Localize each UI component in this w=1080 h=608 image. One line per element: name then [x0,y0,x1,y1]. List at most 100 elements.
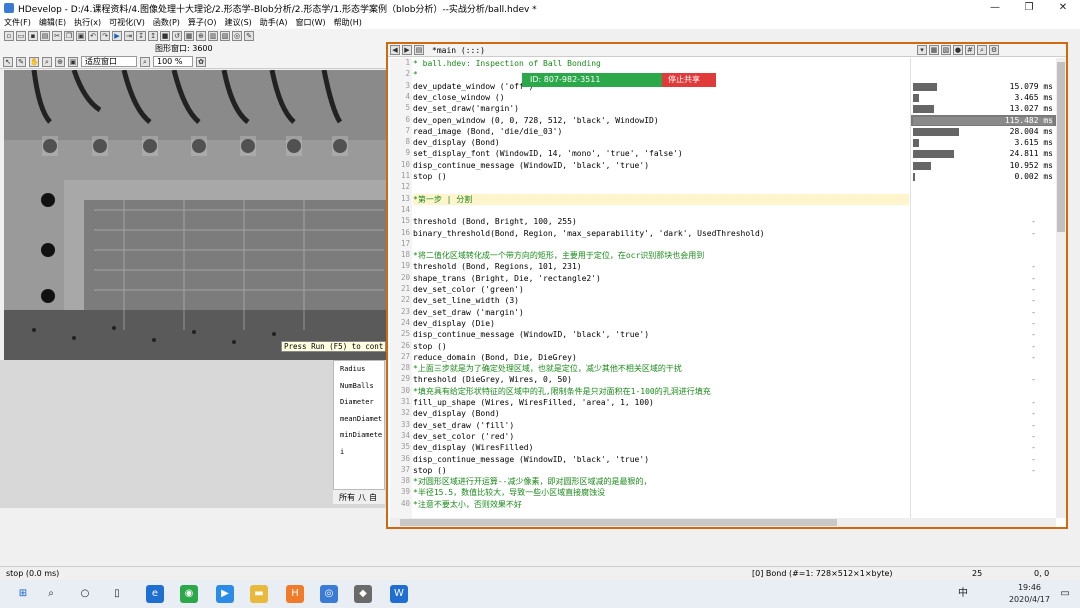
zoom-select[interactable]: 100 % [153,56,193,67]
tab-auto[interactable]: 自 [369,492,377,503]
stop-icon[interactable]: ■ [160,30,170,41]
variable-item[interactable]: NumBalls [334,378,384,395]
run-icon[interactable]: ▶ [112,30,122,41]
word-icon[interactable]: W [390,585,408,603]
zoom-window-icon[interactable]: ⊕ [196,30,206,41]
save-icon[interactable]: ▪ [28,30,38,41]
maximize-button[interactable]: ❐ [1012,0,1046,16]
breakpoint-icon[interactable]: ● [952,45,963,55]
edit-tool-icon[interactable]: ✎ [16,56,26,67]
redo-icon[interactable]: ↷ [100,30,110,41]
pan-tool-icon[interactable]: ✋ [29,56,39,67]
back-icon[interactable]: ◀ [390,45,400,55]
reset-icon[interactable]: ↺ [172,30,182,41]
grey-histogram-icon[interactable]: ▥ [208,30,218,41]
menu-suggestions[interactable]: 建议(S) [220,17,255,28]
assistant-icon[interactable]: ✎ [244,30,254,41]
copy-icon[interactable]: ❐ [64,30,74,41]
magnify-tool-icon[interactable]: ⌕ [42,56,52,67]
cut-icon[interactable]: ✂ [52,30,62,41]
notification-icon[interactable]: ▭ [1056,585,1074,603]
minimize-button[interactable]: — [978,0,1012,16]
code-line[interactable]: dev_set_color ('red') [413,431,514,442]
print-icon[interactable]: ▤ [40,30,50,41]
menu-window[interactable]: 窗口(W) [292,17,330,28]
code-line[interactable]: *第一步 | 分割 [413,193,909,205]
app-icon[interactable]: ◆ [354,585,372,603]
code-line[interactable]: *注意不要太小，否则效果不好 [413,499,522,510]
code-line[interactable]: dev_set_draw ('margin') [413,307,524,318]
code-line[interactable]: stop () [413,465,447,476]
variable-item[interactable]: i [334,444,384,461]
menu-file[interactable]: 文件(F) [0,17,35,28]
menu-help[interactable]: 帮助(H) [330,17,366,28]
variable-item[interactable]: Diameter [334,394,384,411]
menu-visualize[interactable]: 可视化(V) [105,17,149,28]
code-line[interactable]: disp_continue_message (WindowID, 'black'… [413,329,649,340]
code-line[interactable]: dev_update_window ('off') [413,81,533,92]
code-line[interactable]: dev_set_line_width (3) [413,295,519,306]
vertical-scroll-thumb[interactable] [1057,62,1065,232]
feature-histogram-icon[interactable]: ▧ [220,30,230,41]
forward-icon[interactable]: ▶ [402,45,412,55]
code-line[interactable]: threshold (Bond, Regions, 101, 231) [413,261,582,272]
file-explorer-icon[interactable]: ▬ [250,585,268,603]
format-icon[interactable]: ▧ [940,45,951,55]
code-line[interactable]: dev_set_draw ('fill') [413,420,514,431]
menu-operators[interactable]: 算子(O) [184,17,221,28]
paste-icon[interactable]: ▣ [76,30,86,41]
procedure-icon[interactable]: ▤ [414,45,424,55]
menu-procedures[interactable]: 函数(P) [149,17,184,28]
graphics-image[interactable] [4,70,386,360]
fit-window-icon[interactable]: ▣ [68,56,78,67]
code-line[interactable]: dev_display (Bond) [413,408,500,419]
code-line[interactable]: *将二值化区域转化成一个带方向的矩形，主要用于定位，在ocr识别那块也会用到 [413,250,704,261]
step-over-icon[interactable]: ⇥ [124,30,134,41]
code-line[interactable]: stop () [413,171,447,182]
code-line[interactable]: *填充具有给定形状特征的区域中的孔,限制条件是只对面积在1-100的孔洞进行填充 [413,386,711,397]
variable-item[interactable]: minDiamete [334,427,384,444]
ime-indicator[interactable]: 中 [954,585,972,603]
code-line[interactable]: reduce_domain (Bond, Die, DieGrey) [413,352,577,363]
comment-icon[interactable]: # [964,45,975,55]
procedure-tab[interactable]: *main (:::) [432,46,485,55]
find-icon[interactable]: ⌕ [976,45,987,55]
start-icon[interactable]: ⊞ [14,585,32,603]
wechat-icon[interactable]: ◉ [180,585,198,603]
task-view-icon[interactable]: ▯ [108,585,126,603]
code-line[interactable]: dev_display (Bond) [413,137,500,148]
undo-icon[interactable]: ↶ [88,30,98,41]
code-line[interactable]: fill_up_shape (Wires, WiresFilled, 'area… [413,397,654,408]
color-tool-icon[interactable]: ✿ [196,56,206,67]
dropdown-icon[interactable]: ▾ [916,45,927,55]
code-line[interactable]: threshold (DieGrey, Wires, 0, 50) [413,374,572,385]
step-into-icon[interactable]: ↧ [136,30,146,41]
open-file-icon[interactable]: ▭ [16,30,26,41]
pointer-tool-icon[interactable]: ↖ [3,56,13,67]
variable-view-icon[interactable]: ▦ [184,30,194,41]
hdevelop-taskbar-icon[interactable]: H [286,585,304,603]
code-line[interactable]: read_image (Bond, 'die/die_03') [413,126,562,137]
tab-eight[interactable]: 八 [358,492,366,503]
variable-item[interactable]: meanDiamet [334,411,384,428]
code-line[interactable]: set_display_font (WindowID, 14, 'mono', … [413,148,683,159]
code-line[interactable]: disp_continue_message (WindowID, 'black'… [413,454,649,465]
inspect-icon[interactable]: ◎ [232,30,242,41]
search-icon[interactable]: ⌕ [42,585,60,603]
code-line[interactable]: disp_continue_message (WindowID, 'black'… [413,160,649,171]
code-line[interactable]: *半径15.5，数值比较大，导致一些小区域直接腐蚀没 [413,487,605,498]
cortana-icon[interactable]: ○ [76,585,94,603]
menu-execute[interactable]: 执行(x) [70,17,105,28]
settings-icon[interactable]: ⚙ [988,45,999,55]
close-button[interactable]: ✕ [1046,0,1080,16]
system-clock[interactable]: 19:46 2020/4/17 [1009,582,1050,606]
code-line[interactable]: * ball.hdev: Inspection of Ball Bonding [413,58,601,69]
code-line[interactable]: dev_display (Die) [413,318,495,329]
new-file-icon[interactable]: ▫ [4,30,14,41]
variable-item[interactable]: Radius [334,361,384,378]
code-line[interactable]: dev_open_window (0, 0, 728, 512, 'black'… [413,115,659,126]
code-line[interactable]: binary_threshold(Bond, Region, 'max_sepa… [413,228,765,239]
code-line[interactable]: dev_close_window () [413,92,505,103]
code-line[interactable]: dev_set_color ('green') [413,284,524,295]
code-line[interactable]: *对圆形区域进行开运算--减少像素，即对圆形区域减的是最狠的， [413,476,651,487]
